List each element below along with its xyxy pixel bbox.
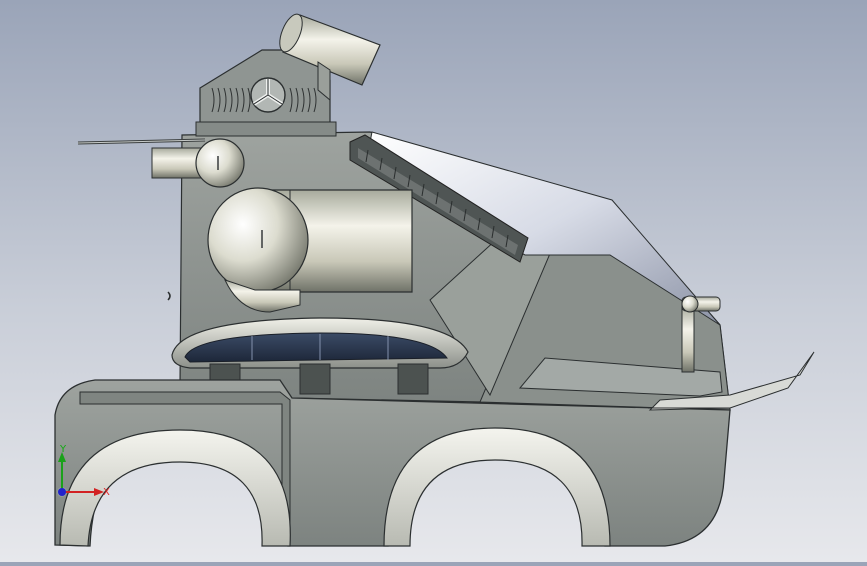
cad-model-view[interactable] <box>0 0 867 562</box>
triad-y-axis-label: Y <box>60 444 67 455</box>
triad-x-axis-label: X <box>103 487 110 498</box>
three-pointed-star-emblem <box>250 77 286 113</box>
cad-graphics-viewport[interactable]: X Y Z <box>0 0 867 562</box>
side-hook <box>167 291 171 301</box>
